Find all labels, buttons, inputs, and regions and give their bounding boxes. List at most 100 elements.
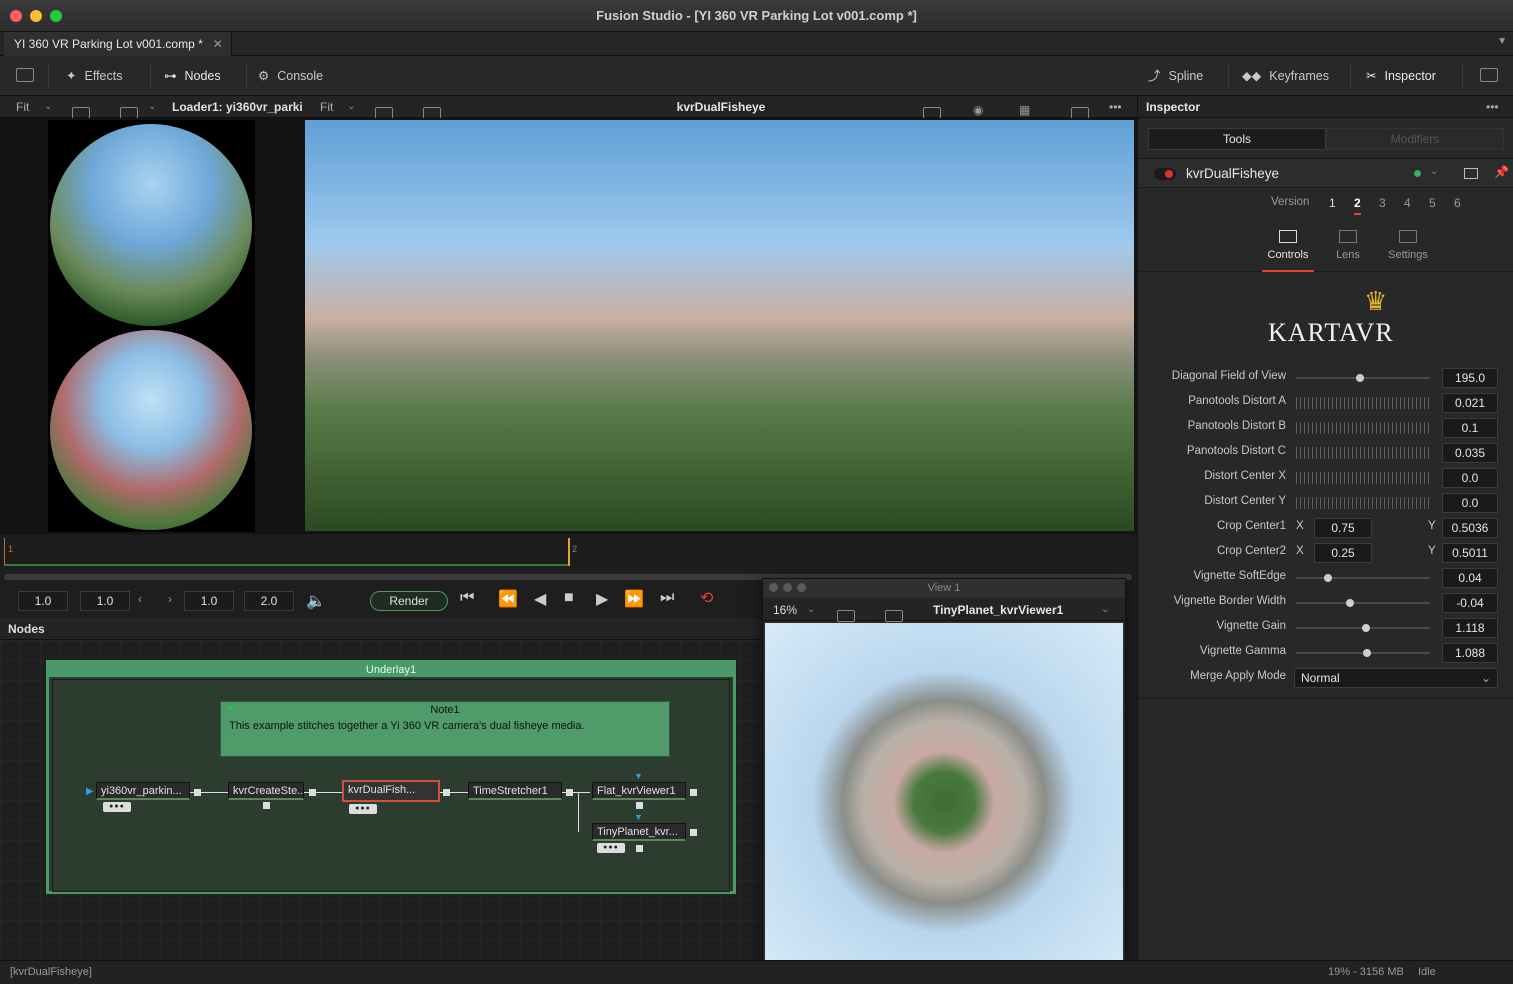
node-loader-controls[interactable]: ●●● xyxy=(103,802,131,812)
note-box[interactable]: ✕ Note1 This example stitches together a… xyxy=(220,701,670,757)
vignette-gamma-slider[interactable] xyxy=(1296,649,1430,657)
main-viewer-canvas[interactable] xyxy=(305,118,1137,533)
vignette-border-slider[interactable] xyxy=(1296,599,1430,607)
node-loader[interactable]: yi360vr_parkin... xyxy=(96,782,190,800)
go-to-end-icon[interactable]: ⏭ xyxy=(660,589,674,607)
merge-mode-dropdown[interactable]: Normal ⌄ xyxy=(1294,668,1498,688)
crop2-y-value[interactable]: 0.5011 xyxy=(1442,543,1498,563)
tool-enable-toggle[interactable] xyxy=(1154,168,1176,180)
tool-versions-icon[interactable] xyxy=(1464,168,1478,179)
param-center-y-thumbwheel[interactable] xyxy=(1296,497,1430,509)
node-flat-viewer[interactable]: Flat_kvrViewer1 xyxy=(592,782,686,800)
tool-header[interactable]: kvrDualFisheye ⌄ 📌 xyxy=(1138,158,1513,188)
modifiers-tab[interactable]: Modifiers xyxy=(1326,128,1504,150)
render-start-field[interactable]: 1.0 xyxy=(80,591,130,611)
settings-subtab[interactable]: Settings xyxy=(1382,224,1434,270)
node-dual-fisheye[interactable]: kvrDualFish... xyxy=(342,780,440,802)
node-dual-fisheye-controls[interactable]: ●●● xyxy=(349,804,377,814)
param-center-x-thumbwheel[interactable] xyxy=(1296,472,1430,484)
controls-subtab[interactable]: Controls xyxy=(1262,224,1314,272)
current-time-field[interactable]: 1.0 xyxy=(184,591,234,611)
render-button[interactable]: Render xyxy=(370,591,448,611)
tab-menu-chevron-icon[interactable]: ▼ xyxy=(1497,36,1507,47)
lens-subtab[interactable]: Lens xyxy=(1322,224,1374,270)
left-fit-chevron-icon[interactable]: ⌄ xyxy=(44,96,52,118)
fast-forward-icon[interactable]: ⏩ xyxy=(624,589,644,609)
step-forward-chevron-icon[interactable]: › xyxy=(168,592,172,606)
param-center-x-value[interactable]: 0.0 xyxy=(1442,468,1498,488)
node-tinyplanet-viewer[interactable]: TinyPlanet_kvr... xyxy=(592,823,686,841)
vignette-gain-slider[interactable] xyxy=(1296,624,1430,632)
version-4-button[interactable]: 4 xyxy=(1404,196,1411,210)
main-viewer-more-icon[interactable]: ••• xyxy=(1109,96,1122,118)
step-back-chevron-icon[interactable]: ‹ xyxy=(138,592,142,606)
param-distort-b-thumbwheel[interactable] xyxy=(1296,422,1430,434)
param-distort-c-thumbwheel[interactable] xyxy=(1296,447,1430,459)
node-create-stereo-port[interactable] xyxy=(263,802,270,809)
underlay-box[interactable]: Underlay1 ✕ Note1 This example stitches … xyxy=(46,660,736,894)
keyframes-button[interactable]: ◆◆ Keyframes xyxy=(1242,56,1329,96)
param-fov-slider[interactable] xyxy=(1296,374,1430,382)
playhead[interactable] xyxy=(568,538,570,566)
view1-floating-window[interactable]: View 1 16% ⌄ TinyPlanet_kvrViewer1 ⌄ xyxy=(762,578,1126,982)
vignette-gain-value[interactable]: 1.118 xyxy=(1442,618,1498,638)
media-pool-icon[interactable] xyxy=(16,68,34,82)
console-button[interactable]: ⚙ Console xyxy=(258,56,323,96)
effects-button[interactable]: ✦ Effects xyxy=(66,56,122,96)
document-tab[interactable]: YI 360 VR Parking Lot v001.comp * ✕ xyxy=(4,32,232,56)
vignette-gain-knob[interactable] xyxy=(1361,624,1370,632)
node-tinyplanet-port[interactable] xyxy=(636,845,643,852)
play-icon[interactable]: ▶ xyxy=(596,589,608,609)
vignette-gamma-value[interactable]: 1.088 xyxy=(1442,643,1498,663)
param-distort-a-value[interactable]: 0.021 xyxy=(1442,393,1498,413)
param-distort-c-value[interactable]: 0.035 xyxy=(1442,443,1498,463)
node-dual-fisheye-output[interactable] xyxy=(443,789,450,796)
tool-color-dot[interactable] xyxy=(1414,170,1421,177)
left-lut-chevron-icon[interactable]: ⌄ xyxy=(148,96,156,118)
vignette-gamma-knob[interactable] xyxy=(1362,649,1371,657)
node-flat-viewer-output[interactable] xyxy=(690,789,697,796)
stop-icon[interactable]: ■ xyxy=(564,589,574,607)
version-2-button[interactable]: 2 xyxy=(1354,196,1361,215)
version-1-button[interactable]: 1 xyxy=(1329,196,1336,210)
version-5-button[interactable]: 5 xyxy=(1429,196,1436,210)
tool-pin-icon[interactable]: 📌 xyxy=(1494,165,1509,179)
vignette-softedge-knob[interactable] xyxy=(1323,574,1332,582)
node-create-stereo[interactable]: kvrCreateSte... xyxy=(228,782,304,800)
vignette-softedge-value[interactable]: 0.04 xyxy=(1442,568,1498,588)
play-reverse-icon[interactable]: ◀ xyxy=(534,589,546,609)
view1-label-chevron-icon[interactable]: ⌄ xyxy=(1101,599,1109,621)
param-fov-value[interactable]: 195.0 xyxy=(1442,368,1498,388)
crop1-x-value[interactable]: 0.75 xyxy=(1314,518,1372,538)
node-timestretcher-output[interactable] xyxy=(566,789,573,796)
metadata-icon[interactable] xyxy=(1480,68,1498,82)
param-distort-b-value[interactable]: 0.1 xyxy=(1442,418,1498,438)
global-start-field[interactable]: 1.0 xyxy=(18,591,68,611)
inspector-button[interactable]: ✂ Inspector xyxy=(1366,56,1436,96)
crop2-x-value[interactable]: 0.25 xyxy=(1314,543,1372,563)
nodes-button[interactable]: ⊶ Nodes xyxy=(164,56,221,96)
vignette-border-knob[interactable] xyxy=(1346,599,1355,607)
render-end-field[interactable]: 2.0 xyxy=(244,591,294,611)
rewind-icon[interactable]: ⏪ xyxy=(498,589,518,609)
node-flat-viewer-port[interactable] xyxy=(636,802,643,809)
node-create-stereo-output[interactable] xyxy=(309,789,316,796)
crop1-y-value[interactable]: 0.5036 xyxy=(1442,518,1498,538)
left-viewer-canvas[interactable] xyxy=(0,118,305,533)
param-fov-knob[interactable] xyxy=(1356,374,1365,382)
left-fit-dropdown[interactable]: Fit xyxy=(16,96,29,118)
param-distort-a-thumbwheel[interactable] xyxy=(1296,397,1430,409)
node-graph-canvas[interactable]: Underlay1 ✕ Note1 This example stitches … xyxy=(0,640,762,960)
view1-zoom-chevron-icon[interactable]: ⌄ xyxy=(807,599,815,621)
version-3-button[interactable]: 3 xyxy=(1379,196,1386,210)
vignette-softedge-slider[interactable] xyxy=(1296,574,1430,582)
node-timestretcher[interactable]: TimeStretcher1 xyxy=(468,782,562,800)
tool-color-chevron-icon[interactable]: ⌄ xyxy=(1430,166,1438,177)
timeline-ruler[interactable]: 1 2 xyxy=(0,533,1137,567)
spline-button[interactable]: ⤴ Spline xyxy=(1148,56,1203,96)
version-6-button[interactable]: 6 xyxy=(1454,196,1461,210)
node-tinyplanet-output[interactable] xyxy=(690,829,697,836)
param-center-y-value[interactable]: 0.0 xyxy=(1442,493,1498,513)
node-loader-output[interactable] xyxy=(194,789,201,796)
tools-tab[interactable]: Tools xyxy=(1148,128,1326,150)
